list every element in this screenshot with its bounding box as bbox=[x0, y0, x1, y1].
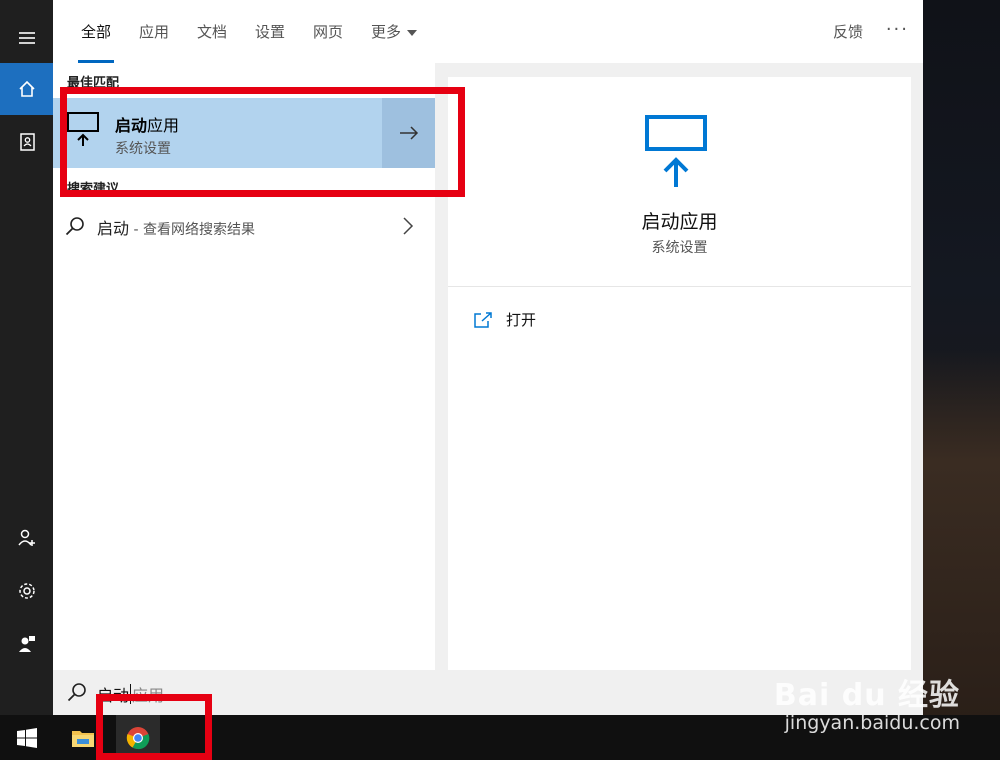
watermark-url: jingyan.baidu.com bbox=[784, 712, 960, 734]
suggestion-hint: - 查看网络搜索结果 bbox=[129, 222, 255, 238]
home-button[interactable] bbox=[0, 63, 53, 115]
tab-settings-label: 设置 bbox=[255, 23, 286, 41]
tab-apps[interactable]: 应用 bbox=[139, 0, 169, 63]
notebook-icon bbox=[19, 133, 35, 151]
tab-web-label: 网页 bbox=[313, 23, 344, 41]
web-suggestion-item[interactable]: 启动 - 查看网络搜索结果 bbox=[53, 206, 435, 246]
preview-subtitle: 系统设置 bbox=[651, 240, 708, 256]
caret-down-icon bbox=[407, 29, 418, 36]
baidu-jingyan-watermark: Bai du 经验 jingyan.baidu.com bbox=[770, 660, 960, 740]
open-action-label: 打开 bbox=[506, 311, 537, 329]
tab-documents-label: 文档 bbox=[197, 23, 228, 41]
annotation-box-taskbar bbox=[96, 694, 212, 760]
suggestion-text: 启动 - 查看网络搜索结果 bbox=[97, 215, 255, 239]
tab-web[interactable]: 网页 bbox=[313, 0, 343, 63]
tab-settings[interactable]: 设置 bbox=[255, 0, 285, 63]
search-icon bbox=[65, 217, 84, 236]
account-button[interactable] bbox=[0, 512, 53, 564]
start-button[interactable] bbox=[0, 715, 53, 760]
feedback-link[interactable]: 反馈 bbox=[833, 0, 863, 64]
suggestion-query: 启动 bbox=[97, 219, 130, 238]
tab-all[interactable]: 全部 bbox=[77, 0, 115, 63]
more-options-button[interactable]: ··· bbox=[886, 0, 909, 60]
feedback-person-icon bbox=[18, 636, 35, 652]
tab-more-label: 更多 bbox=[371, 23, 402, 41]
notebook-button[interactable] bbox=[0, 116, 53, 168]
settings-gear-icon bbox=[18, 583, 35, 599]
hamburger-icon bbox=[18, 32, 35, 44]
tab-documents[interactable]: 文档 bbox=[197, 0, 227, 63]
annotation-box-best-match bbox=[60, 87, 465, 197]
add-user-icon bbox=[17, 529, 35, 546]
file-explorer-icon bbox=[72, 730, 94, 747]
open-external-icon bbox=[474, 312, 492, 328]
tab-all-label: 全部 bbox=[81, 23, 112, 41]
start-rail bbox=[0, 0, 53, 715]
settings-button[interactable] bbox=[0, 565, 53, 617]
feedback-hub-button[interactable] bbox=[0, 618, 53, 670]
preview-title: 启动应用 bbox=[641, 211, 718, 233]
preview-pane: 启动应用 系统设置 打开 bbox=[448, 77, 911, 670]
home-icon bbox=[18, 80, 35, 97]
filter-tabs: 全部 应用 文档 设置 网页 更多 反馈 ··· bbox=[53, 0, 923, 63]
hamburger-menu-button[interactable] bbox=[0, 12, 53, 64]
monitor-startup-icon bbox=[645, 115, 707, 187]
tab-apps-label: 应用 bbox=[139, 23, 170, 41]
divider bbox=[448, 286, 911, 287]
watermark-brand: Bai du 经验 bbox=[773, 678, 960, 713]
windows-start-icon bbox=[16, 727, 37, 748]
chevron-right-icon bbox=[403, 217, 414, 235]
search-icon bbox=[67, 683, 86, 702]
tab-more[interactable]: 更多 bbox=[371, 0, 418, 63]
